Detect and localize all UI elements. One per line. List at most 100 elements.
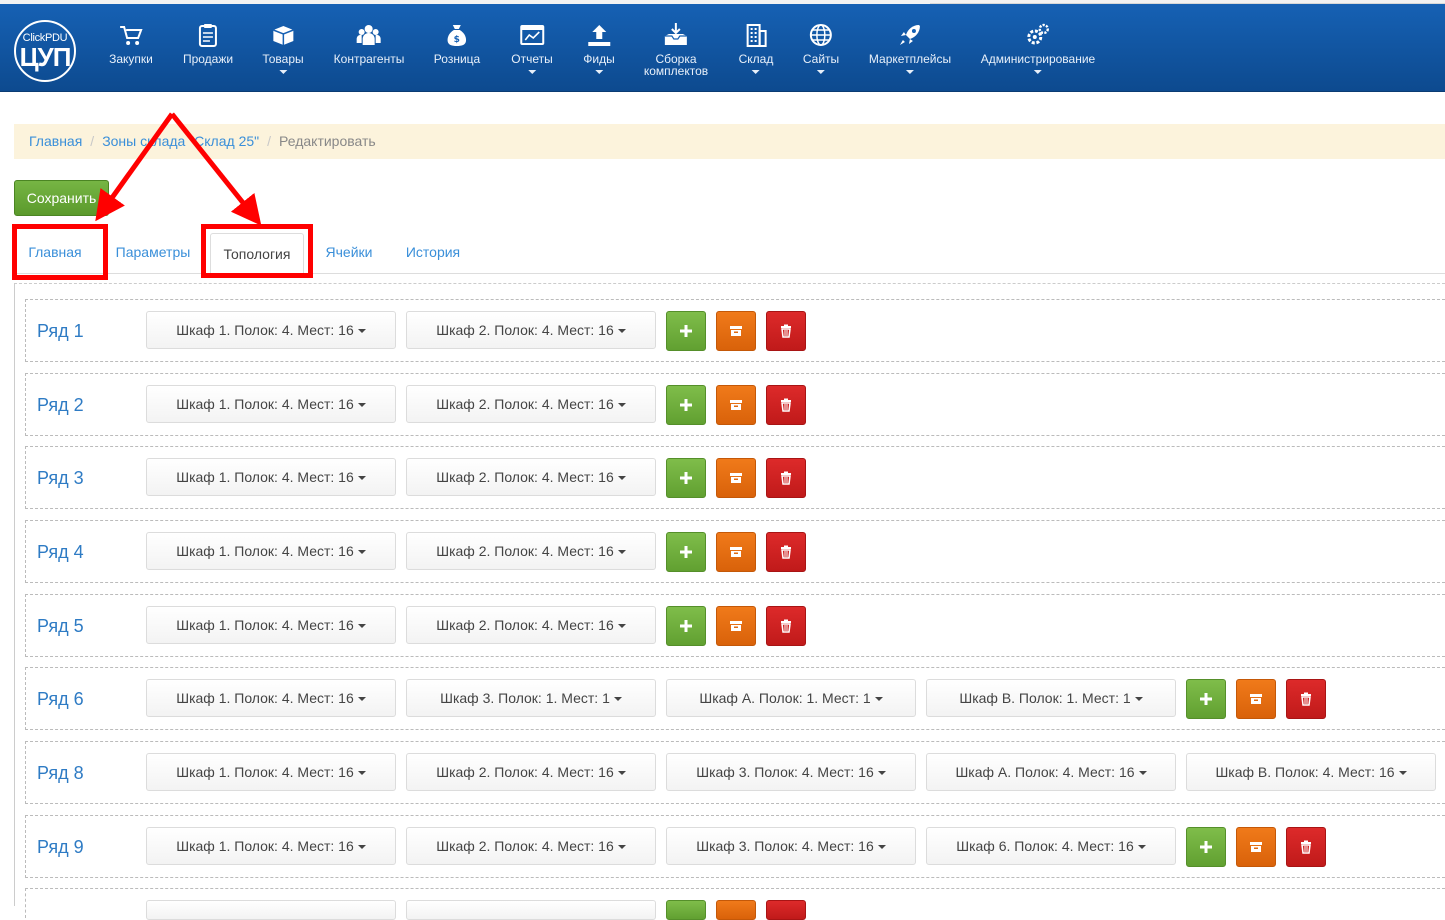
- nav-item-goods[interactable]: Товары: [262, 22, 304, 74]
- plus-icon: [1200, 693, 1212, 705]
- archive-row-button[interactable]: [1236, 679, 1276, 719]
- delete-row-button-partial[interactable]: [766, 900, 806, 920]
- row-title[interactable]: Ряд 2: [37, 374, 84, 436]
- trash-icon: [781, 471, 791, 485]
- cabinet-label: Шкаф 2. Полок: 4. Мест: 16: [436, 838, 614, 854]
- plus-icon: [680, 399, 692, 411]
- nav-item-marketplaces[interactable]: Маркетплейсы: [869, 22, 951, 74]
- nav-item-administration[interactable]: Администрирование: [981, 22, 1095, 74]
- cabinet-dropdown[interactable]: Шкаф 1. Полок: 4. Мест: 16: [146, 827, 396, 865]
- add-cabinet-button[interactable]: [666, 458, 706, 498]
- cabinet-dropdown[interactable]: Шкаф 3. Полок: 4. Мест: 16: [666, 827, 916, 865]
- cabinet-dropdown[interactable]: Шкаф 1. Полок: 4. Мест: 16: [146, 311, 396, 349]
- topology-row: Ряд 1 Шкаф 1. Полок: 4. Мест: 16 Шкаф 2. П…: [25, 299, 1445, 362]
- tab-parameters[interactable]: Параметры: [106, 232, 200, 273]
- nav-item-warehouse[interactable]: Склад: [739, 22, 773, 74]
- add-cabinet-button[interactable]: [666, 606, 706, 646]
- trash-icon: [781, 619, 791, 633]
- cabinet-dropdown[interactable]: Шкаф 2. Полок: 4. Мест: 16: [406, 385, 656, 423]
- delete-row-button[interactable]: [766, 311, 806, 351]
- cabinet-dropdown[interactable]: Шкаф 6. Полок: 4. Мест: 16: [926, 827, 1176, 865]
- archive-row-button[interactable]: [716, 311, 756, 351]
- archive-icon: [730, 621, 742, 631]
- cabinet-dropdown[interactable]: Шкаф 2. Полок: 4. Мест: 16: [406, 827, 656, 865]
- cabinet-dropdown[interactable]: Шкаф А. Полок: 4. Мест: 16: [926, 753, 1176, 791]
- box-icon: [272, 26, 294, 45]
- row-title[interactable]: Ряд 8: [37, 742, 84, 804]
- cabinet-dropdown[interactable]: Шкаф А. Полок: 1. Мест: 1: [666, 679, 916, 717]
- caret-down-icon: [617, 476, 626, 481]
- nav-item-kit-assembly[interactable]: Сборка комплектов: [644, 22, 708, 77]
- delete-row-button[interactable]: [1286, 679, 1326, 719]
- tab-main[interactable]: Главная: [14, 232, 96, 273]
- row-title[interactable]: Ряд 1: [37, 300, 84, 362]
- archive-row-button[interactable]: [716, 385, 756, 425]
- logo-main-text: ЦУП: [19, 42, 72, 72]
- nav-label: Контрагенты: [333, 52, 405, 66]
- row-title[interactable]: Ряд 5: [37, 595, 84, 657]
- delete-row-button[interactable]: [766, 458, 806, 498]
- nav-item-feeds[interactable]: Фиды: [583, 22, 615, 74]
- cabinet-dropdown[interactable]: Шкаф 1. Полок: 4. Мест: 16: [146, 753, 396, 791]
- nav-label: Маркетплейсы: [868, 52, 952, 66]
- nav-item-sites[interactable]: Сайты: [803, 22, 839, 74]
- row-title[interactable]: Ряд 6: [37, 668, 84, 730]
- tab-history[interactable]: История: [394, 232, 472, 273]
- caret-down-icon: [357, 550, 366, 555]
- chevron-down-icon: [594, 70, 603, 74]
- delete-row-button[interactable]: [766, 532, 806, 572]
- add-cabinet-button[interactable]: [1186, 679, 1226, 719]
- tab-topology[interactable]: Топология: [210, 233, 304, 274]
- archive-row-button-partial[interactable]: [716, 900, 756, 920]
- cabinet-dropdown[interactable]: Шкаф 2. Полок: 4. Мест: 16: [406, 753, 656, 791]
- cabinet-dropdown[interactable]: Шкаф 3. Полок: 4. Мест: 16: [666, 753, 916, 791]
- delete-row-button[interactable]: [1286, 827, 1326, 867]
- cabinet-dropdown[interactable]: Шкаф В. Полок: 1. Мест: 1: [926, 679, 1176, 717]
- cabinet-dropdown-partial[interactable]: [146, 900, 396, 920]
- delete-row-button[interactable]: [766, 606, 806, 646]
- archive-row-button[interactable]: [716, 458, 756, 498]
- tab-cells[interactable]: Ячейки: [314, 232, 384, 273]
- delete-row-button[interactable]: [766, 385, 806, 425]
- caret-down-icon: [617, 403, 626, 408]
- nav-item-purchases[interactable]: Закупки: [109, 22, 153, 65]
- nav-item-sales[interactable]: Продажи: [183, 22, 233, 65]
- topology-row: Ряд 8 Шкаф 1. Полок: 4. Мест: 16 Шкаф 2. П…: [25, 741, 1445, 804]
- row-title[interactable]: Ряд 9: [37, 816, 84, 878]
- cabinet-dropdown[interactable]: Шкаф 1. Полок: 4. Мест: 16: [146, 458, 396, 496]
- app-logo[interactable]: ClickPDU ЦУП: [14, 20, 76, 82]
- cabinet-label: Шкаф А. Полок: 4. Мест: 16: [955, 764, 1135, 780]
- archive-row-button[interactable]: [716, 606, 756, 646]
- topology-row: Ряд 6 Шкаф 1. Полок: 4. Мест: 16 Шкаф 3. П…: [25, 667, 1445, 730]
- add-cabinet-button[interactable]: [666, 385, 706, 425]
- cabinet-dropdown[interactable]: Шкаф 1. Полок: 4. Мест: 16: [146, 532, 396, 570]
- trash-icon: [781, 324, 791, 338]
- cabinet-dropdown[interactable]: Шкаф 2. Полок: 4. Мест: 16: [406, 458, 656, 496]
- cabinet-dropdown[interactable]: Шкаф 3. Полок: 1. Мест: 1: [406, 679, 656, 717]
- cabinet-dropdown[interactable]: Шкаф 2. Полок: 4. Мест: 16: [406, 606, 656, 644]
- breadcrumb-zone-link[interactable]: Зоны склада "Склад 25": [102, 133, 259, 149]
- archive-row-button[interactable]: [716, 532, 756, 572]
- cabinet-dropdown-partial[interactable]: [406, 900, 656, 920]
- add-cabinet-button[interactable]: [666, 311, 706, 351]
- cabinet-dropdown[interactable]: Шкаф В. Полок: 4. Мест: 16: [1186, 753, 1436, 791]
- add-cabinet-button[interactable]: [1186, 827, 1226, 867]
- row-title[interactable]: Ряд 3: [37, 447, 84, 509]
- chevron-down-icon: [527, 70, 536, 74]
- nav-item-reports[interactable]: Отчеты: [511, 22, 553, 74]
- cabinet-label: Шкаф 1. Полок: 4. Мест: 16: [176, 838, 354, 854]
- row-title[interactable]: Ряд 4: [37, 521, 84, 583]
- cabinet-dropdown[interactable]: Шкаф 1. Полок: 4. Мест: 16: [146, 679, 396, 717]
- plus-icon: [1200, 841, 1212, 853]
- save-button[interactable]: Сохранить: [14, 180, 109, 216]
- nav-item-retail[interactable]: $ Розница: [434, 22, 480, 65]
- add-cabinet-button-partial[interactable]: [666, 900, 706, 920]
- breadcrumb-home-link[interactable]: Главная: [29, 133, 82, 149]
- cabinet-dropdown[interactable]: Шкаф 1. Полок: 4. Мест: 16: [146, 385, 396, 423]
- cabinet-dropdown[interactable]: Шкаф 2. Полок: 4. Мест: 16: [406, 532, 656, 570]
- add-cabinet-button[interactable]: [666, 532, 706, 572]
- cabinet-dropdown[interactable]: Шкаф 1. Полок: 4. Мест: 16: [146, 606, 396, 644]
- cabinet-dropdown[interactable]: Шкаф 2. Полок: 4. Мест: 16: [406, 311, 656, 349]
- archive-row-button[interactable]: [1236, 827, 1276, 867]
- nav-item-contractors[interactable]: Контрагенты: [333, 22, 405, 66]
